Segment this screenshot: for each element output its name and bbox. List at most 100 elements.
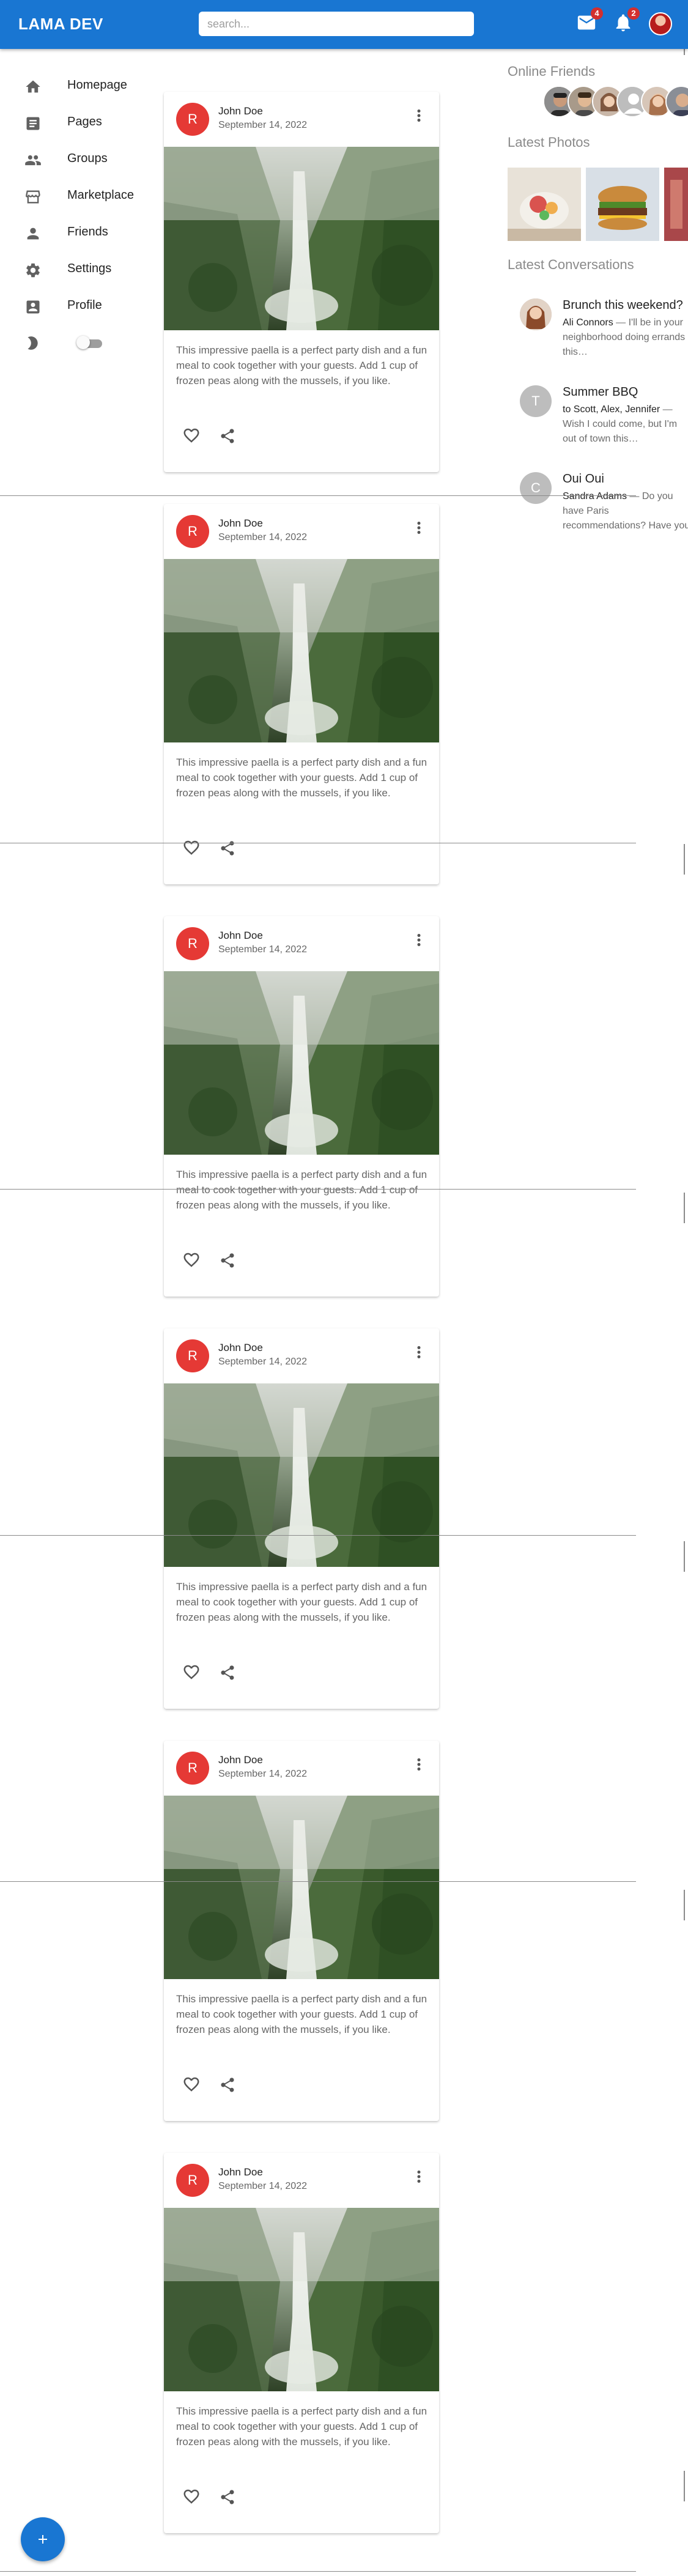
heart-icon[interactable] xyxy=(182,426,201,445)
post-author: John Doe xyxy=(218,1342,263,1353)
app-bar: LAMA DEV 4 2 xyxy=(0,0,688,49)
conversation-title: Brunch this weekend? xyxy=(563,298,683,312)
sidebar-item-homepage[interactable]: Homepage xyxy=(0,67,159,104)
add-post-button[interactable] xyxy=(21,2517,65,2561)
more-vert-icon[interactable] xyxy=(410,106,428,125)
post-avatar[interactable]: R xyxy=(176,927,209,960)
share-icon[interactable] xyxy=(219,1664,236,1681)
latest-photo[interactable] xyxy=(508,168,581,241)
share-icon[interactable] xyxy=(219,1252,236,1269)
conversation-item[interactable]: Brunch this weekend? Ali Connors — I'll … xyxy=(508,298,688,390)
notifications-button[interactable]: 2 xyxy=(613,7,640,33)
post-avatar[interactable]: R xyxy=(176,103,209,136)
post-image xyxy=(164,2208,439,2391)
more-vert-icon[interactable] xyxy=(410,2167,428,2186)
post-text: This impressive paella is a perfect part… xyxy=(176,2405,427,2448)
sidebar-item-label: Settings xyxy=(67,262,112,275)
latest-photos-title: Latest Photos xyxy=(508,135,590,150)
heart-icon[interactable] xyxy=(182,1663,201,1681)
more-vert-icon[interactable] xyxy=(410,1343,428,1361)
post-author: John Doe xyxy=(218,930,263,941)
scrollbar[interactable] xyxy=(684,1193,685,1223)
app-logo[interactable]: LAMA DEV xyxy=(18,15,103,34)
share-icon[interactable] xyxy=(219,427,236,445)
conversation-author: Ali Connors xyxy=(563,317,613,328)
post-text: This impressive paella is a perfect part… xyxy=(176,1581,427,1623)
latest-conversations-title: Latest Conversations xyxy=(508,257,634,272)
search-input[interactable] xyxy=(199,12,474,36)
conversation-author: Sandra Adams xyxy=(563,491,627,502)
post-image xyxy=(164,1383,439,1567)
post-date: September 14, 2022 xyxy=(218,944,307,955)
conversation-avatar: C xyxy=(520,472,552,504)
conversation-author: to Scott, Alex, Jennifer xyxy=(563,404,660,415)
post-author: John Doe xyxy=(218,517,263,529)
online-friends-title: Online Friends xyxy=(508,64,596,79)
post-avatar[interactable]: R xyxy=(176,1339,209,1372)
sidebar-item-label: Marketplace xyxy=(67,188,134,202)
latest-photo[interactable] xyxy=(586,168,659,241)
gear-icon xyxy=(26,263,40,278)
sidebar-item-settings[interactable]: Settings xyxy=(0,251,159,287)
post-avatar[interactable]: R xyxy=(176,2164,209,2197)
divider xyxy=(0,1189,636,1190)
share-icon[interactable] xyxy=(219,2076,236,2093)
heart-icon[interactable] xyxy=(182,2075,201,2093)
conversation-item[interactable]: C Oui Oui Sandra Adams — Do you have Par… xyxy=(508,472,688,564)
divider xyxy=(0,1881,636,1882)
sidebar-item-friends[interactable]: Friends xyxy=(0,214,159,251)
post-image xyxy=(164,971,439,1155)
toggle-thumb xyxy=(76,336,90,349)
heart-icon[interactable] xyxy=(182,838,201,857)
more-vert-icon[interactable] xyxy=(410,519,428,537)
conversation-avatar: T xyxy=(520,385,552,417)
post-text: This impressive paella is a perfect part… xyxy=(176,1169,427,1211)
sidebar-item-label: Pages xyxy=(67,115,102,128)
dark-mode-toggle[interactable] xyxy=(76,336,103,349)
share-icon[interactable] xyxy=(219,2489,236,2506)
mail-button[interactable]: 4 xyxy=(576,7,603,33)
sidebar-item-label: Profile xyxy=(67,298,102,312)
plus-icon xyxy=(39,2535,47,2544)
scrollbar[interactable] xyxy=(684,844,685,875)
scrollbar[interactable] xyxy=(684,2471,685,2501)
sidebar-item-label: Groups xyxy=(67,152,108,165)
sidebar-item-groups[interactable]: Groups xyxy=(0,141,159,177)
moon-icon xyxy=(28,336,38,350)
sidebar-item-pages[interactable]: Pages xyxy=(0,104,159,141)
more-vert-icon[interactable] xyxy=(410,931,428,949)
scrollbar[interactable] xyxy=(684,1541,685,1572)
friend-avatar[interactable] xyxy=(665,86,688,117)
scrollbar[interactable] xyxy=(684,1890,685,1920)
conversation-item[interactable]: T Summer BBQ to Scott, Alex, Jennifer — … xyxy=(508,385,688,477)
post-avatar[interactable]: R xyxy=(176,515,209,548)
home-icon xyxy=(26,80,40,93)
user-avatar[interactable] xyxy=(649,12,672,35)
post-text: This impressive paella is a perfect part… xyxy=(176,344,427,387)
sidebar-item-marketplace[interactable]: Marketplace xyxy=(0,177,159,214)
post-image xyxy=(164,559,439,742)
divider xyxy=(0,1535,636,1536)
post-author: John Doe xyxy=(218,2166,263,2178)
conversation-preview: Ali Connors — I'll be in your neighborho… xyxy=(563,316,688,360)
post-date: September 14, 2022 xyxy=(218,532,307,542)
sidebar-item-profile[interactable]: Profile xyxy=(0,287,159,324)
heart-icon[interactable] xyxy=(182,1251,201,1269)
latest-photo[interactable] xyxy=(664,168,688,241)
post-date: September 14, 2022 xyxy=(218,120,307,130)
post-date: September 14, 2022 xyxy=(218,2181,307,2191)
notifications-badge: 2 xyxy=(627,7,640,20)
more-vert-icon[interactable] xyxy=(410,1755,428,1774)
group-icon xyxy=(25,155,41,166)
heart-icon[interactable] xyxy=(182,2487,201,2506)
divider xyxy=(0,2571,636,2572)
mail-badge: 4 xyxy=(591,7,603,20)
post-avatar[interactable]: R xyxy=(176,1752,209,1785)
account-box-icon xyxy=(26,300,40,314)
post-text: This impressive paella is a perfect part… xyxy=(176,1993,427,2035)
article-icon xyxy=(26,117,40,130)
sidebar-item-label: Friends xyxy=(67,225,108,239)
post-date: September 14, 2022 xyxy=(218,1356,307,1367)
post-card: R John Doe September 14, 2022 This impre… xyxy=(164,2153,439,2533)
conversation-avatar xyxy=(520,298,552,330)
